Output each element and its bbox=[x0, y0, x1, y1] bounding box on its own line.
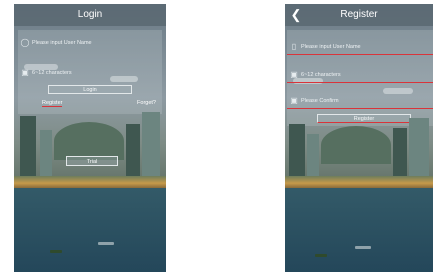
register-username-placeholder: Please input User Name bbox=[301, 44, 361, 50]
shoreline bbox=[14, 176, 166, 188]
register-password-field[interactable]: ▣ 6~12 characters bbox=[287, 68, 433, 83]
username-field[interactable]: ◯ Please input User Name bbox=[18, 36, 162, 50]
chevron-left-icon[interactable]: ❮ bbox=[289, 4, 303, 26]
tower-building bbox=[126, 124, 140, 176]
dome-building bbox=[321, 126, 391, 164]
water bbox=[14, 188, 166, 272]
tower-building bbox=[307, 134, 319, 176]
boat bbox=[98, 242, 114, 245]
lock-icon: ▣ bbox=[290, 96, 298, 105]
password-placeholder: 6~12 characters bbox=[32, 70, 72, 76]
register-confirm-field[interactable]: ▣ Please Confirm bbox=[287, 94, 433, 109]
register-confirm-placeholder: Please Confirm bbox=[301, 98, 339, 104]
boat bbox=[355, 246, 371, 249]
screenshot-stage: Login ◯ Please input User Name ▣ 6~12 ch… bbox=[0, 0, 433, 275]
register-username-field[interactable]: ▯ Please input User Name bbox=[287, 40, 433, 55]
tower-building bbox=[409, 118, 429, 176]
water bbox=[285, 188, 433, 272]
forget-password-link[interactable]: Forget? bbox=[137, 100, 156, 106]
register-link[interactable]: Register bbox=[42, 100, 63, 107]
lock-icon: ▣ bbox=[290, 70, 298, 79]
register-button[interactable]: Register bbox=[317, 114, 411, 123]
dome-building bbox=[54, 122, 124, 160]
tower-building bbox=[20, 116, 36, 176]
user-icon: ◯ bbox=[20, 38, 30, 47]
shoreline bbox=[285, 176, 433, 188]
register-screen: ❮ Register ▯ Please input User Name ▣ 6~… bbox=[285, 4, 433, 272]
tower-building bbox=[142, 112, 160, 176]
trial-button[interactable]: Trial bbox=[66, 156, 118, 166]
login-titlebar: Login bbox=[14, 4, 166, 26]
register-form-panel: ▯ Please input User Name ▣ 6~12 characte… bbox=[287, 30, 433, 126]
tower-building bbox=[393, 128, 407, 176]
register-title: Register bbox=[340, 9, 378, 20]
username-placeholder: Please input User Name bbox=[32, 40, 92, 46]
register-titlebar: ❮ Register bbox=[285, 4, 433, 26]
phone-icon: ▯ bbox=[291, 42, 297, 51]
lock-icon: ▣ bbox=[21, 68, 29, 77]
login-screen: Login ◯ Please input User Name ▣ 6~12 ch… bbox=[14, 4, 166, 272]
boat bbox=[50, 250, 62, 253]
login-form-panel: ◯ Please input User Name ▣ 6~12 characte… bbox=[18, 30, 162, 114]
register-password-placeholder: 6~12 characters bbox=[301, 72, 341, 78]
login-title: Login bbox=[77, 9, 103, 20]
tower-building bbox=[289, 124, 305, 176]
password-field[interactable]: ▣ 6~12 characters bbox=[18, 66, 162, 80]
login-button[interactable]: Login bbox=[48, 85, 132, 94]
boat bbox=[315, 254, 327, 257]
tower-building bbox=[40, 130, 52, 176]
